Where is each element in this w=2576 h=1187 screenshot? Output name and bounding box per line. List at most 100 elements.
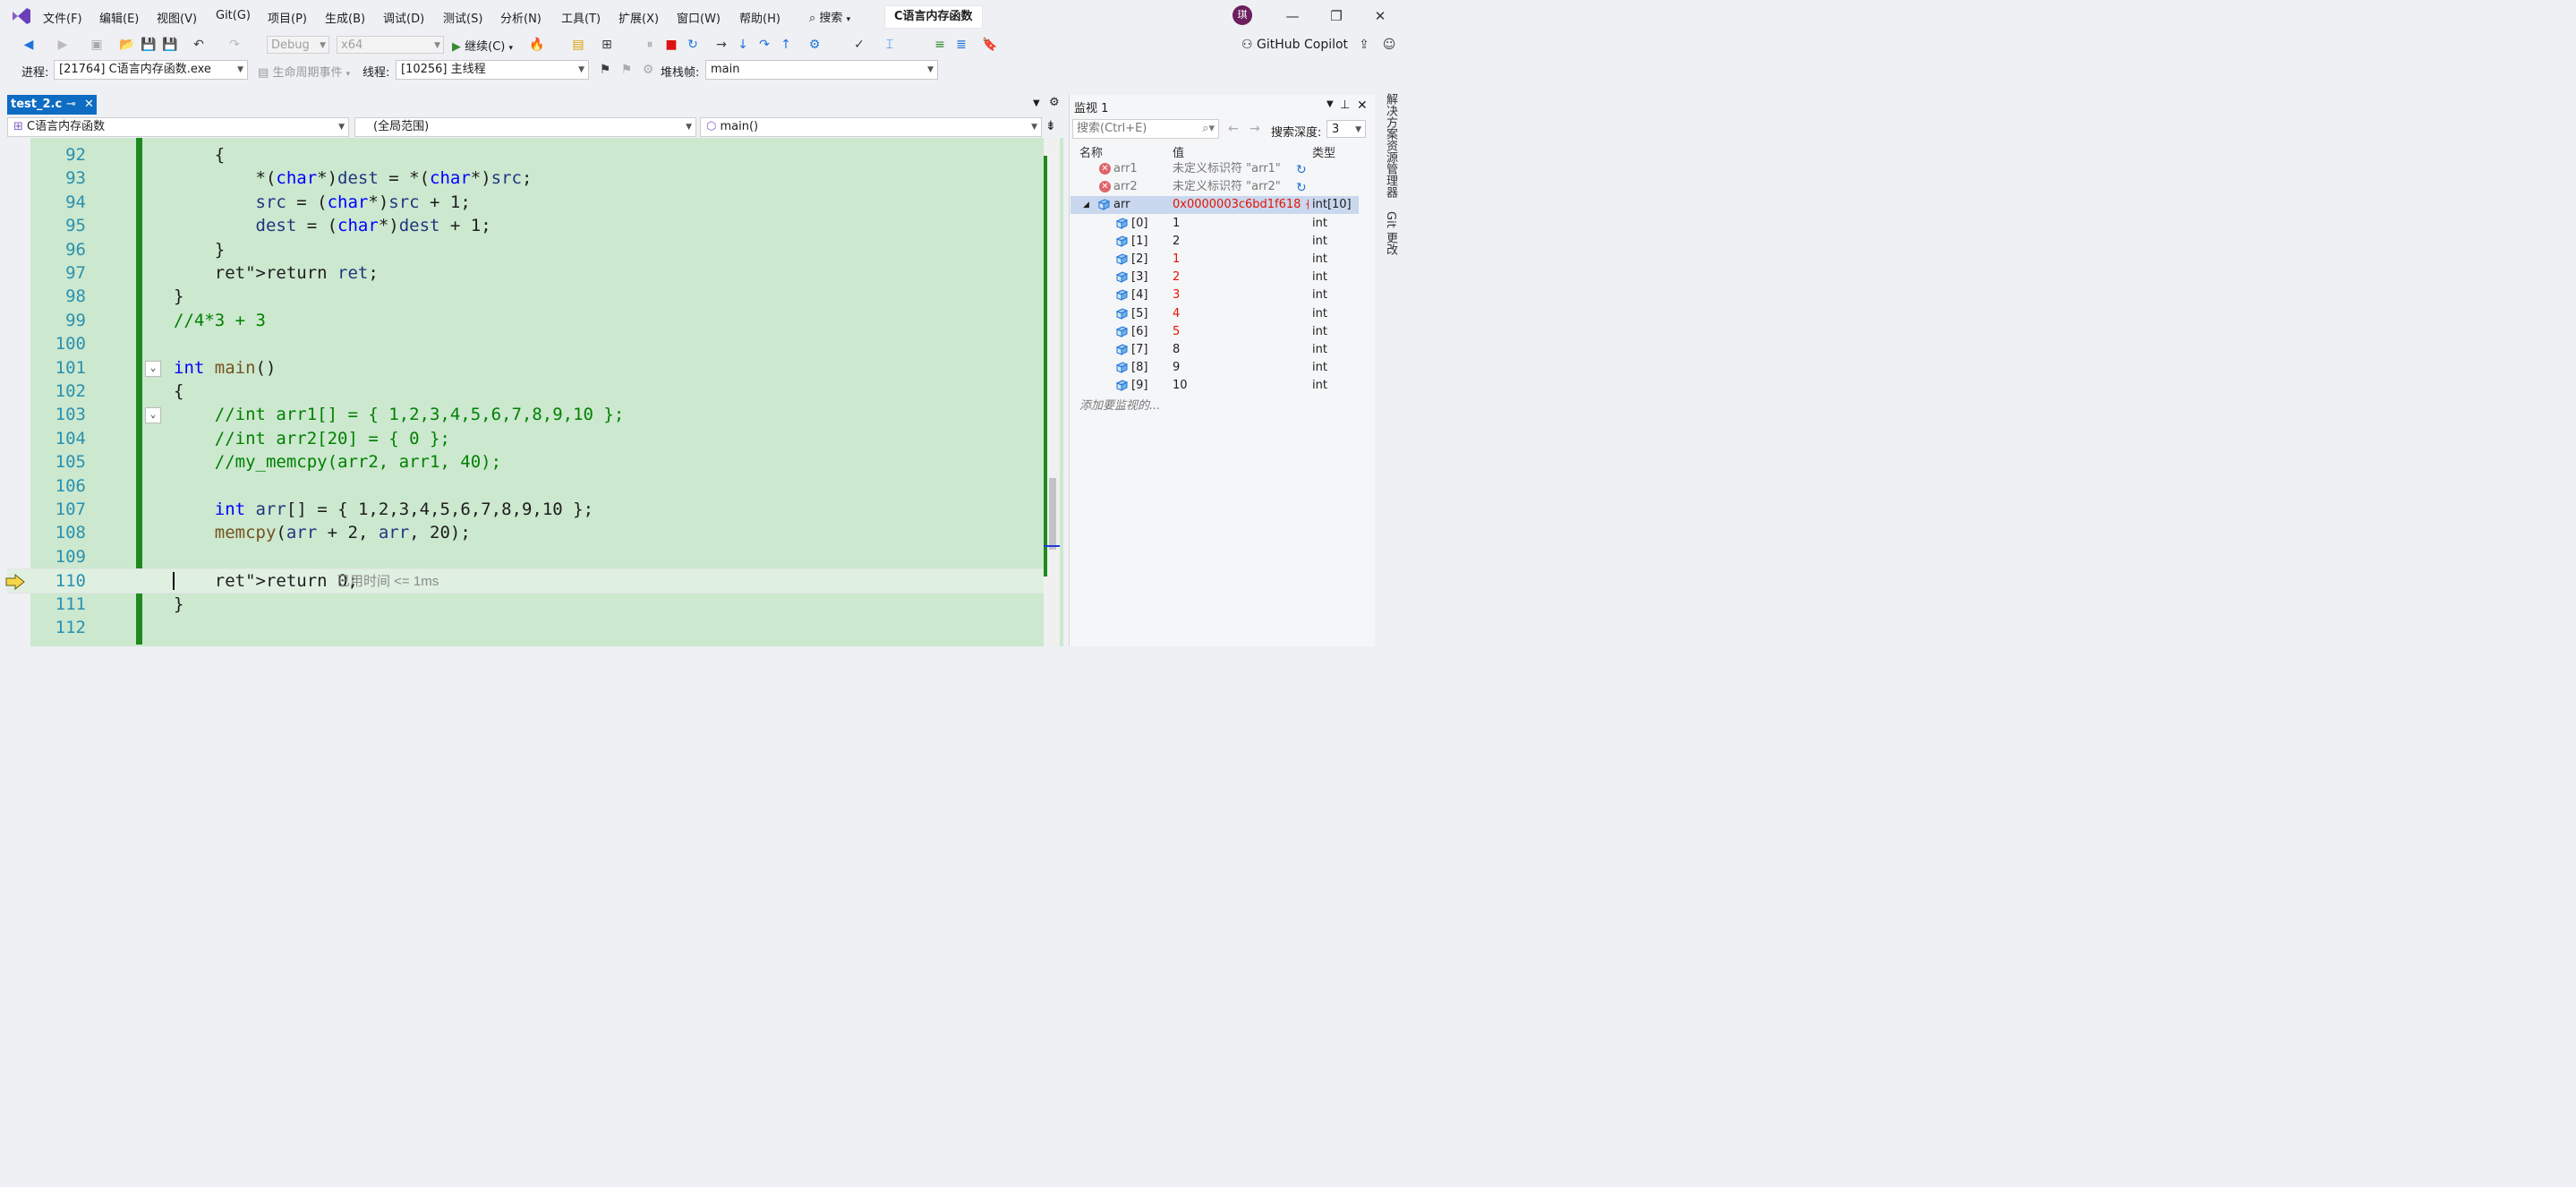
- spell-check-icon[interactable]: ✓: [850, 36, 868, 54]
- bookmark-icon[interactable]: 🔖: [981, 36, 999, 54]
- tab-list-icon[interactable]: ▼: [1033, 98, 1040, 108]
- menu-item-5[interactable]: 生成(B): [325, 9, 365, 26]
- code-line[interactable]: 98}: [7, 285, 1045, 308]
- forward-icon[interactable]: ▶: [54, 36, 72, 54]
- show-next-statement-icon[interactable]: →: [712, 36, 730, 54]
- watch-row[interactable]: [9] 10 int: [1070, 377, 1359, 395]
- watch-row[interactable]: [5] 4 int: [1070, 305, 1359, 323]
- code-line[interactable]: 100: [7, 332, 1045, 355]
- watch-row[interactable]: [0] 1 int: [1070, 215, 1359, 233]
- indent-icon[interactable]: ≡: [931, 36, 949, 54]
- code-line[interactable]: 93 *(char*)dest = *(char*)src;: [7, 167, 1045, 190]
- share-icon[interactable]: ⇪: [1355, 36, 1373, 54]
- menu-item-8[interactable]: 分析(N): [500, 9, 542, 26]
- configuration-select[interactable]: Debug ▼: [267, 36, 329, 54]
- watch-row[interactable]: ✕ arr1 未定义标识符 "arr1" ↻: [1070, 160, 1359, 178]
- code-line[interactable]: 107 int arr[] = { 1,2,3,4,5,6,7,8,9,10 }…: [7, 498, 1045, 521]
- split-icon[interactable]: ⇟: [1045, 119, 1056, 133]
- search-menu[interactable]: ⌕ 搜索 ▾: [809, 8, 850, 25]
- code-line[interactable]: 95 dest = (char*)dest + 1;: [7, 214, 1045, 237]
- close-tab-icon[interactable]: ✕: [84, 98, 94, 111]
- code-line[interactable]: 104 //int arr2[20] = { 0 };: [7, 427, 1045, 450]
- git-changes-tab[interactable]: Git 更改: [1382, 211, 1399, 255]
- thread-select[interactable]: [10256] 主线程 ▼: [396, 60, 589, 80]
- stack-frame-select[interactable]: main ▼: [705, 60, 938, 80]
- column-type[interactable]: 类型: [1312, 143, 1335, 160]
- close-icon[interactable]: ✕: [1371, 7, 1389, 25]
- feedback-icon[interactable]: ☺: [1380, 36, 1398, 54]
- browse-icon[interactable]: ▤: [569, 36, 587, 54]
- save-all-icon[interactable]: 💾: [161, 36, 179, 54]
- menu-item-4[interactable]: 项目(P): [268, 9, 307, 26]
- threads-icon[interactable]: ⚑: [618, 61, 635, 79]
- add-watch-hint[interactable]: 添加要监视的...: [1079, 396, 1160, 413]
- function-nav-select[interactable]: ⬡ main() ▼: [700, 117, 1042, 137]
- code-line[interactable]: 108 memcpy(arr + 2, arr, 20);: [7, 521, 1045, 544]
- continue-button[interactable]: ▶ 继续(C) ▾: [452, 37, 513, 54]
- code-line[interactable]: 101 int main() ⌄: [7, 356, 1045, 380]
- fold-toggle-icon[interactable]: ⌄: [145, 407, 161, 424]
- fold-toggle-icon[interactable]: ⌄: [145, 360, 161, 377]
- watch-row[interactable]: [7] 8 int: [1070, 341, 1359, 359]
- close-window-icon[interactable]: ✕: [1357, 98, 1368, 113]
- collapse-icon[interactable]: ◢: [1083, 196, 1089, 214]
- lifecycle-events[interactable]: ▤ 生命周期事件 ▾: [258, 63, 350, 80]
- tab-test-2-c[interactable]: test_2.c ⊸ ✕: [7, 95, 97, 115]
- restart-icon[interactable]: ↻: [684, 36, 702, 54]
- pause-icon[interactable]: ⏸: [641, 36, 659, 54]
- comment-icon[interactable]: ≣: [952, 36, 970, 54]
- menu-item-11[interactable]: 窗口(W): [677, 9, 721, 26]
- code-line[interactable]: 109: [7, 545, 1045, 568]
- stop-icon[interactable]: ■: [662, 36, 680, 54]
- undo-icon[interactable]: ↶: [190, 36, 208, 54]
- watch-search-input[interactable]: 搜索(Ctrl+E) ⌕▾: [1072, 119, 1219, 139]
- avatar[interactable]: 琪: [1233, 5, 1252, 25]
- step-over-icon[interactable]: ↷: [755, 36, 773, 54]
- restore-icon[interactable]: ❐: [1327, 7, 1345, 25]
- search-prev-icon[interactable]: ←: [1228, 122, 1239, 136]
- code-line[interactable]: 111}: [7, 593, 1045, 616]
- search-depth-select[interactable]: 3 ▼: [1326, 120, 1366, 138]
- open-file-icon[interactable]: 📂: [118, 36, 136, 54]
- hot-reload-icon[interactable]: 🔥: [528, 36, 546, 54]
- diagnostics-icon[interactable]: ⚙: [806, 36, 823, 54]
- solution-explorer-tab[interactable]: 解决方案资源管理器: [1382, 93, 1399, 198]
- pointer-icon[interactable]: ⌶: [881, 36, 899, 54]
- flag-icon[interactable]: ⚑: [596, 61, 614, 79]
- scope-nav-select[interactable]: (全局范围) ▼: [354, 117, 696, 137]
- refresh-icon[interactable]: ↻: [1296, 179, 1307, 197]
- minimize-icon[interactable]: —: [1284, 7, 1301, 25]
- watch-row[interactable]: [8] 9 int: [1070, 359, 1359, 377]
- watch-row[interactable]: [6] 5 int: [1070, 323, 1359, 341]
- step-out-icon[interactable]: ↑: [777, 36, 795, 54]
- column-value[interactable]: 值: [1173, 143, 1184, 160]
- vertical-scrollbar[interactable]: [1044, 138, 1060, 646]
- process-select[interactable]: [21764] C语言内存函数.exe ▼: [54, 60, 248, 80]
- search-next-icon[interactable]: →: [1250, 122, 1260, 136]
- column-name[interactable]: 名称: [1079, 143, 1103, 160]
- menu-item-12[interactable]: 帮助(H): [739, 9, 780, 26]
- code-line[interactable]: 102 {: [7, 380, 1045, 403]
- layout-icon[interactable]: ⊞: [598, 36, 616, 54]
- back-icon[interactable]: ◀: [20, 36, 38, 54]
- menu-item-7[interactable]: 测试(S): [443, 9, 482, 26]
- code-line[interactable]: 106: [7, 474, 1045, 498]
- pin-icon[interactable]: ⊸: [66, 98, 76, 111]
- watch-row[interactable]: [1] 2 int: [1070, 233, 1359, 251]
- settings-icon[interactable]: ⚙: [1049, 96, 1060, 109]
- redo-icon[interactable]: ↷: [226, 36, 243, 54]
- refresh-icon[interactable]: ↻: [1296, 161, 1307, 179]
- menu-item-2[interactable]: 视图(V): [157, 9, 197, 26]
- github-copilot-button[interactable]: ⚇ GitHub Copilot: [1241, 38, 1348, 52]
- code-line[interactable]: 105 //my_memcpy(arr2, arr1, 40);: [7, 450, 1045, 474]
- watch-row[interactable]: [4] 3 int: [1070, 286, 1359, 304]
- window-menu-icon[interactable]: ▼: [1326, 99, 1334, 109]
- menu-item-9[interactable]: 工具(T): [561, 9, 601, 26]
- watch-row[interactable]: [2] 1 int: [1070, 251, 1359, 269]
- code-line[interactable]: 96 }: [7, 238, 1045, 261]
- watch-row[interactable]: [3] 2 int: [1070, 269, 1359, 286]
- code-line[interactable]: 110 ret">return 0; 已用时间 <= 1ms: [7, 568, 1045, 594]
- code-editor[interactable]: 92 {93 *(char*)dest = *(char*)src; 94 src…: [7, 138, 1063, 646]
- new-item-icon[interactable]: ▣: [88, 36, 106, 54]
- code-line[interactable]: 97 ret">return ret;: [7, 261, 1045, 285]
